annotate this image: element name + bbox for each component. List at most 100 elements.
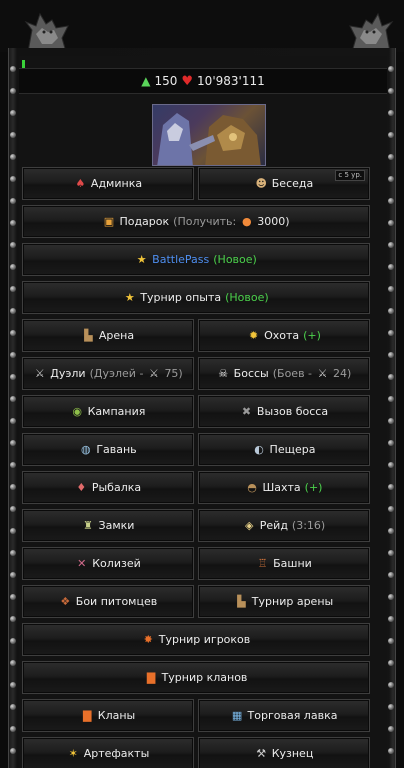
rivet-icon	[10, 440, 16, 446]
mine-label: Шахта	[262, 481, 301, 494]
rivet-icon	[10, 396, 16, 402]
fishing-button[interactable]: ♦ Рыбалка	[22, 471, 194, 504]
colosseum-button[interactable]: ✕ Колизей	[22, 547, 194, 580]
mine-button[interactable]: ◓ Шахта (+)	[198, 471, 370, 504]
player-tournament-icon: ✸	[143, 633, 153, 646]
hero-banner-image[interactable]	[152, 104, 266, 166]
campaign-label: Кампания	[87, 405, 146, 418]
exp-tournament-button[interactable]: ★ Турнир опыта (Новое)	[22, 281, 370, 314]
rivet-icon	[388, 286, 394, 292]
rivet-icon	[388, 220, 394, 226]
player-tournament-button[interactable]: ✸ Турнир игроков	[22, 623, 370, 656]
gift-button[interactable]: ▣ Подарок (Получить: ● 3000)	[22, 205, 370, 238]
rivet-icon	[10, 462, 16, 468]
gift-label: Подарок	[119, 215, 170, 228]
player-level: 150	[154, 74, 178, 88]
boss-call-label: Вызов босса	[256, 405, 329, 418]
rivet-icon	[388, 154, 394, 160]
towers-button[interactable]: ♖ Башни	[198, 547, 370, 580]
admin-button[interactable]: ♠ Админка	[22, 167, 194, 200]
rivet-icon	[10, 132, 16, 138]
gargoyle-right-icon	[349, 12, 394, 52]
rivet-icon	[10, 308, 16, 314]
battlepass-label: BattlePass	[152, 253, 210, 266]
rivet-icon	[388, 374, 394, 380]
arena-tournament-label: Турнир арены	[251, 595, 334, 608]
clan-tournament-button[interactable]: ▇ Турнир кланов	[22, 661, 370, 694]
gift-receive-label: (Получить:	[173, 215, 237, 228]
boss-call-icon: ✖	[241, 405, 252, 418]
rivet-icon	[10, 220, 16, 226]
duels-button[interactable]: ⚔ Дуэли (Дуэлей - ⚔ 75)	[22, 357, 194, 390]
pet-battle-icon: ❖	[60, 595, 71, 608]
rivet-icon	[388, 110, 394, 116]
pet-battles-button[interactable]: ❖ Бои питомцев	[22, 585, 194, 618]
gift-icon: ▣	[103, 215, 115, 228]
rivet-icon	[388, 242, 394, 248]
artifact-icon: ✶	[68, 747, 78, 760]
mine-icon: ◓	[247, 481, 257, 494]
cave-icon: ◐	[254, 443, 264, 456]
towers-label: Башни	[273, 557, 312, 570]
level-up-arrow-icon: ▲	[141, 74, 151, 88]
artifacts-button[interactable]: ✶ Артефакты	[22, 737, 194, 768]
duels-count-label: (Дуэлей -	[89, 367, 144, 380]
colosseum-label: Колизей	[92, 557, 141, 570]
rivet-icon	[388, 352, 394, 358]
duels-label: Дуэли	[50, 367, 86, 380]
rivet-icon	[10, 418, 16, 424]
rivet-icon	[10, 484, 16, 490]
arena-icon: ▙	[84, 329, 93, 342]
rivet-icon	[388, 660, 394, 666]
smith-button[interactable]: ⚒ Кузнец	[198, 737, 370, 768]
rivet-icon	[388, 66, 394, 72]
rivet-icon	[10, 550, 16, 556]
arena-tournament-button[interactable]: ▙ Турнир арены	[198, 585, 370, 618]
pet-battles-label: Бои питомцев	[75, 595, 158, 608]
heart-icon: ♥	[181, 73, 194, 89]
rivet-icon	[10, 660, 16, 666]
rivet-icon	[388, 572, 394, 578]
rivet-icon	[10, 198, 16, 204]
rivet-icon	[10, 572, 16, 578]
star-icon: ★	[136, 253, 147, 266]
shop-button[interactable]: ▦ Торговая лавка	[198, 699, 370, 732]
exp-tournament-new-label: (Новое)	[225, 291, 269, 304]
raid-button[interactable]: ◈ Рейд (3:16)	[198, 509, 370, 542]
arena-button[interactable]: ▙ Арена	[22, 319, 194, 352]
rivet-icon	[10, 704, 16, 710]
gift-amount: 3000)	[257, 215, 290, 228]
rivet-icon	[10, 176, 16, 182]
harbor-button[interactable]: ◍ Гавань	[22, 433, 194, 466]
raid-icon: ◈	[245, 519, 254, 532]
hero-artwork	[157, 113, 261, 165]
bosses-button[interactable]: ☠ Боссы (Боев - ⚔ 24)	[198, 357, 370, 390]
boss-call-button[interactable]: ✖ Вызов босса	[198, 395, 370, 428]
rivet-icon	[388, 308, 394, 314]
hunt-button[interactable]: ✹ Охота (+)	[198, 319, 370, 352]
campaign-button[interactable]: ◉ Кампания	[22, 395, 194, 428]
shop-label: Торговая лавка	[247, 709, 338, 722]
sun-icon: ✹	[248, 329, 259, 342]
bosses-count-label: (Боев -	[272, 367, 313, 380]
castles-button[interactable]: ♜ Замки	[22, 509, 194, 542]
chat-button[interactable]: ☻ Беседа с 5 ур.	[198, 167, 370, 200]
rivet-icon	[388, 198, 394, 204]
harbor-label: Гавань	[96, 443, 137, 456]
arena-tournament-icon: ▙	[237, 595, 246, 608]
rivet-icon	[388, 176, 394, 182]
rivet-icon	[10, 88, 16, 94]
clans-button[interactable]: ▇ Кланы	[22, 699, 194, 732]
cave-button[interactable]: ◐ Пещера	[198, 433, 370, 466]
rivet-icon	[388, 748, 394, 754]
rivet-icon	[388, 462, 394, 468]
rivet-icon	[10, 374, 16, 380]
duels-count-value: 75)	[164, 367, 183, 380]
hunt-label: Охота	[264, 329, 300, 342]
rivet-icon	[388, 330, 394, 336]
star-icon: ★	[124, 291, 135, 304]
admin-label: Админка	[90, 177, 143, 190]
fishing-label: Рыбалка	[91, 481, 142, 494]
rivet-icon	[10, 264, 16, 270]
battlepass-button[interactable]: ★ BattlePass (Новое)	[22, 243, 370, 276]
